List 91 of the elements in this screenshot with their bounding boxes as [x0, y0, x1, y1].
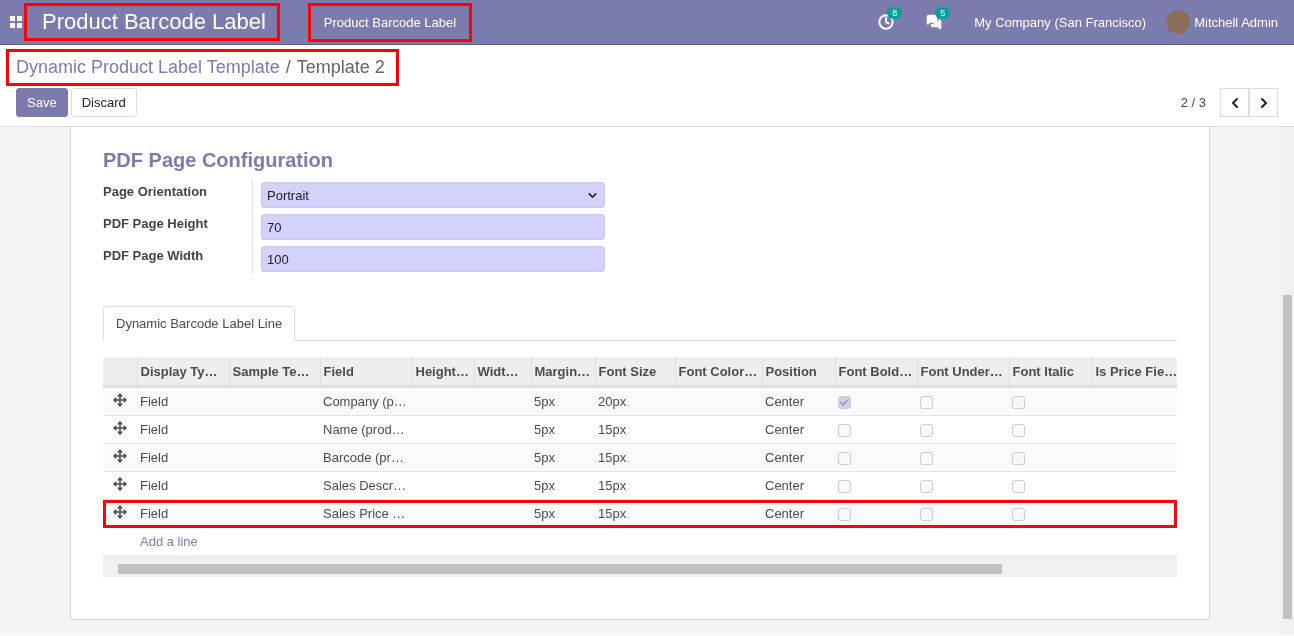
- field-label: PDF Page Height: [103, 212, 253, 242]
- table-cell: Field: [137, 471, 229, 500]
- table-cell: Company (p…: [320, 386, 412, 416]
- field-label: Page Orientation: [103, 180, 253, 210]
- discard-button[interactable]: Discard: [70, 88, 137, 117]
- checkbox[interactable]: [838, 480, 851, 494]
- column-header[interactable]: Font Color…: [675, 357, 762, 387]
- table-cell: 5px: [531, 443, 595, 472]
- checkbox[interactable]: [1012, 480, 1025, 494]
- table-cell: Center: [762, 443, 835, 472]
- checkbox[interactable]: [1012, 508, 1025, 522]
- table-cell: 5px: [531, 386, 595, 416]
- breadcrumb-separator: /: [285, 57, 291, 78]
- checkbox[interactable]: [838, 396, 851, 410]
- table-row[interactable]: Field Sales Price … 5px 15px Center: [103, 499, 1177, 528]
- column-header[interactable]: Widt…: [474, 357, 531, 387]
- checkbox[interactable]: [838, 452, 851, 466]
- checkbox[interactable]: [920, 480, 933, 494]
- orientation-select[interactable]: Portrait: [261, 182, 605, 208]
- table-row[interactable]: Field Company (p… 5px 20px Center: [103, 386, 1177, 416]
- table-cell: Center: [762, 415, 835, 444]
- pager-counter: 2 / 3: [1180, 95, 1206, 110]
- table-cell: Sales Price …: [320, 499, 412, 528]
- table-cell: 15px: [595, 499, 675, 528]
- table-cell: Field: [137, 499, 229, 528]
- table-cell: Field: [137, 443, 229, 472]
- table-cell: Barcode (pr…: [320, 443, 412, 472]
- table-cell: Field: [137, 386, 229, 416]
- company-switcher[interactable]: My Company (San Francisco): [974, 14, 1147, 30]
- drag-handle-icon[interactable]: [113, 477, 127, 491]
- checkbox[interactable]: [838, 508, 851, 522]
- column-header[interactable]: Font Size: [595, 357, 675, 387]
- checkbox[interactable]: [1012, 424, 1025, 438]
- drag-handle-icon[interactable]: [113, 505, 127, 519]
- messages-icon[interactable]: [926, 14, 943, 30]
- table-cell: Center: [762, 386, 835, 416]
- section-title: PDF Page Configuration: [103, 149, 334, 172]
- user-avatar[interactable]: [1166, 10, 1191, 34]
- table-cell: Field: [137, 415, 229, 444]
- checkbox[interactable]: [920, 452, 933, 466]
- column-header[interactable]: Font Under…: [917, 357, 1009, 387]
- column-header[interactable]: Is Price Fie…: [1092, 357, 1177, 387]
- field-label: PDF Page Width: [103, 244, 253, 274]
- activity-count-badge: 8: [887, 7, 903, 19]
- add-line-link[interactable]: Add a line: [103, 528, 1177, 555]
- checkbox[interactable]: [838, 424, 851, 438]
- drag-handle-icon[interactable]: [113, 393, 127, 407]
- checkbox[interactable]: [1012, 452, 1025, 466]
- column-header[interactable]: Field: [320, 357, 412, 387]
- save-button[interactable]: Save: [16, 88, 68, 117]
- table-cell: 15px: [595, 471, 675, 500]
- table-row[interactable]: Field Sales Descr… 5px 15px Center: [103, 471, 1177, 500]
- drag-handle-icon[interactable]: [113, 449, 127, 463]
- next-button[interactable]: [1249, 88, 1278, 117]
- table-row[interactable]: Field Barcode (pr… 5px 15px Center: [103, 443, 1177, 472]
- table-row[interactable]: Field Name (prod… 5px 15px Center: [103, 415, 1177, 444]
- table-cell: Sales Descr…: [320, 471, 412, 500]
- input-field[interactable]: 70: [261, 214, 605, 240]
- table-cell: 5px: [531, 499, 595, 528]
- horizontal-scrollbar[interactable]: [103, 555, 1177, 577]
- table-cell: 20px: [595, 386, 675, 416]
- table-cell: Name (prod…: [320, 415, 412, 444]
- drag-handle-icon[interactable]: [113, 421, 127, 435]
- column-header[interactable]: Font Italic: [1009, 357, 1092, 387]
- message-count-badge: 5: [935, 7, 951, 19]
- column-header[interactable]: Position: [762, 357, 835, 387]
- column-header[interactable]: Display Ty…: [137, 357, 229, 387]
- apps-grid-icon[interactable]: [10, 16, 22, 28]
- input-field[interactable]: 100: [261, 246, 605, 272]
- tab[interactable]: Dynamic Barcode Label Line: [103, 306, 296, 341]
- previous-button[interactable]: [1220, 88, 1249, 117]
- column-header[interactable]: Margin…: [531, 357, 595, 387]
- table-cell: Center: [762, 471, 835, 500]
- table-cell: 5px: [531, 471, 595, 500]
- table-cell: 5px: [531, 415, 595, 444]
- table-cell: 15px: [595, 443, 675, 472]
- menu-item[interactable]: Product Barcode Label: [307, 2, 473, 42]
- app-title: Product Barcode Label: [24, 3, 280, 41]
- checkbox[interactable]: [920, 424, 933, 438]
- column-header[interactable]: Sample Te…: [229, 357, 320, 387]
- checkbox[interactable]: [1012, 396, 1025, 410]
- column-header[interactable]: Font Bold…: [835, 357, 917, 387]
- checkbox[interactable]: [920, 508, 933, 522]
- breadcrumb-link[interactable]: Dynamic Product Label Template: [16, 57, 280, 78]
- table-cell: 15px: [595, 415, 675, 444]
- column-header[interactable]: Height…: [412, 357, 474, 387]
- checkbox[interactable]: [920, 396, 933, 410]
- activity-clock-icon[interactable]: [878, 14, 895, 30]
- breadcrumb-current: Template 2: [296, 57, 385, 78]
- table-cell: Center: [762, 499, 835, 528]
- user-name[interactable]: Mitchell Admin: [1194, 14, 1278, 30]
